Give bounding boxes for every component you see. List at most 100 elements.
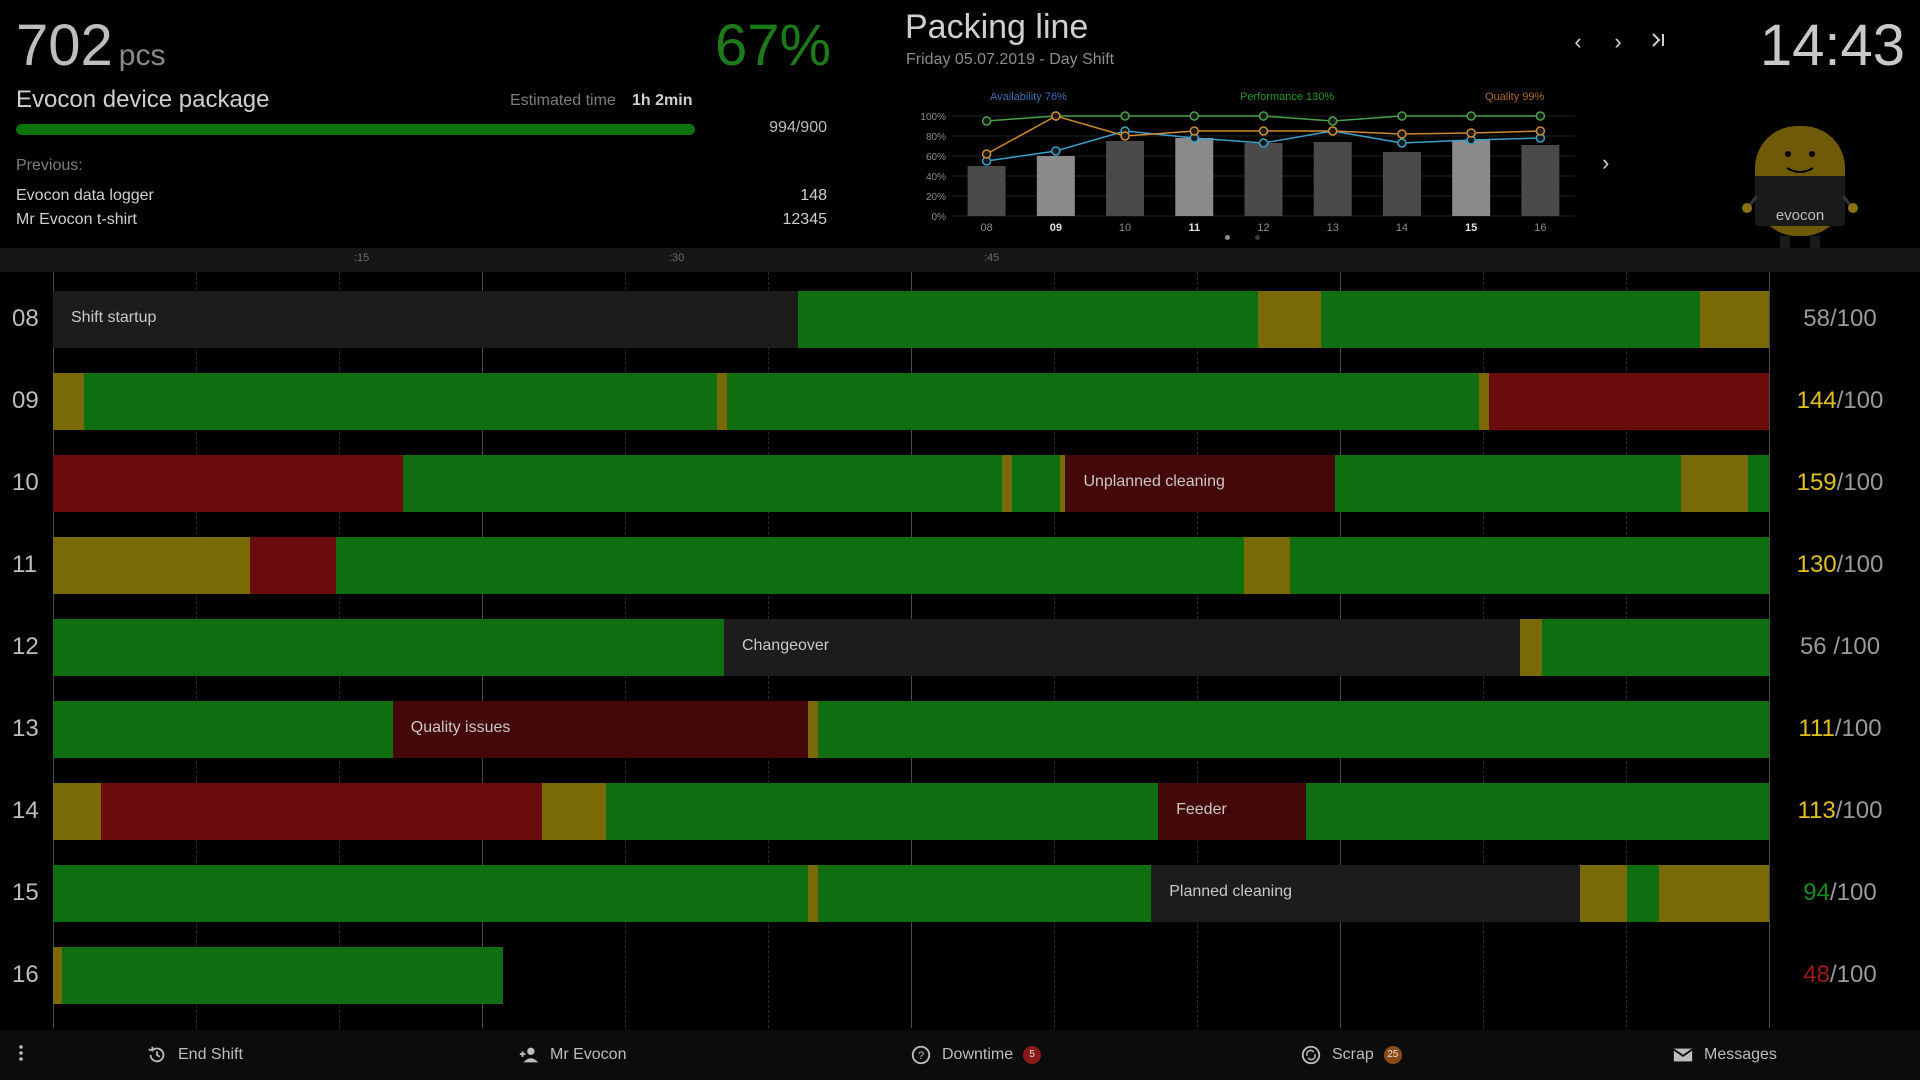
timeline-segment[interactable] [1321,291,1701,348]
scrap-label: Scrap [1332,1046,1374,1063]
timeline-segment[interactable] [797,291,1258,348]
timeline-segment[interactable] [1520,619,1543,676]
hour-timeline-bar[interactable]: Changeover [53,619,1769,676]
timeline-segment[interactable] [1290,537,1769,594]
downtime-segment[interactable]: Unplanned cleaning [1065,455,1335,512]
timeline-segment[interactable] [53,947,62,1004]
timeline-segment[interactable] [542,783,606,840]
hour-timeline-bar[interactable]: Unplanned cleaning [53,455,1769,512]
downtime-segment[interactable]: Quality issues [392,701,809,758]
timeline-segment[interactable] [1012,455,1061,512]
chart-y-tick-label: 80% [926,132,946,143]
chart-y-tick-label: 0% [932,212,947,223]
chart-series-point [1466,128,1476,138]
chart-series-point [981,149,992,159]
timeline-segment[interactable] [1542,619,1769,676]
oee-percent: 67% [715,13,832,78]
timeline-segment[interactable] [53,865,809,922]
downtime-button[interactable]: ? Downtime 5 [910,1044,1042,1066]
chart-bar [1244,143,1283,216]
timeline-segment[interactable] [53,455,404,512]
hour-output-target: /100 [1835,797,1883,824]
timeline-segment[interactable] [808,701,819,758]
timeline-segment[interactable] [53,537,251,594]
page-indicator-dot[interactable] [1225,235,1230,240]
timeline-segment[interactable] [818,865,1152,922]
chart-next-icon[interactable]: › [1602,150,1609,176]
downtime-segment[interactable]: Shift startup [53,291,798,348]
timeline-segment[interactable] [1001,455,1013,512]
timeline-segment[interactable] [53,783,102,840]
timeline-segment[interactable] [53,619,724,676]
hour-timeline-bar[interactable] [53,373,1769,430]
chart-bar [1175,138,1214,216]
chevron-right-icon[interactable]: › [1604,28,1632,56]
hour-label: 13 [12,715,39,742]
end-shift-button[interactable]: End Shift [146,1044,243,1066]
hour-timeline-bar[interactable]: Quality issues [53,701,1769,758]
timeline-segment[interactable] [336,537,1244,594]
end-shift-label: End Shift [178,1046,243,1063]
hour-timeline-bar[interactable]: Feeder [53,783,1769,840]
timeline-segment[interactable] [727,373,1479,430]
timeline-segment[interactable] [1580,865,1627,922]
timeline-segment[interactable] [1243,537,1291,594]
downtime-segment[interactable]: Changeover [723,619,1521,676]
hour-output-count: 159/100 [1790,469,1890,497]
chevron-left-icon[interactable]: ‹ [1564,28,1592,56]
hour-output-count: 58/100 [1790,305,1890,333]
timeline-segment[interactable] [250,537,337,594]
hour-timeline-bar[interactable]: Shift startup [53,291,1769,348]
timeline-segment[interactable] [1305,783,1769,840]
timeline-segment[interactable] [1489,373,1769,430]
timeline-segment[interactable] [1334,455,1682,512]
page-indicator-dot[interactable] [1255,235,1260,240]
previous-product-count: 12345 [782,211,828,228]
downtime-reason-label: Changeover [741,637,830,654]
hour-timeline-bar[interactable] [53,537,1769,594]
chart-legend-item: Availability 76% [990,91,1067,103]
timeline-segment[interactable] [605,783,1159,840]
hour-timeline-bar[interactable]: Planned cleaning [53,865,1769,922]
history-icon [148,1046,165,1063]
timeline-segment[interactable] [61,947,503,1004]
mascot-brand-text: evocon [1776,207,1824,224]
timeline-segment[interactable] [83,373,718,430]
timeline-segment[interactable] [1748,455,1769,512]
skip-to-end-icon[interactable] [1644,28,1672,56]
hour-output-value: 111 [1798,715,1835,742]
chart-series-point [1051,111,1061,121]
timeline-segment[interactable] [1659,865,1769,922]
timeline-segment[interactable] [808,865,819,922]
more-vertical-icon[interactable] [18,1044,24,1062]
timeline-segment[interactable] [818,701,1769,758]
timeline-segment[interactable] [101,783,543,840]
hour-timeline-bar[interactable] [53,947,1769,1004]
timeline-segment[interactable] [1478,373,1490,430]
timeline-segment[interactable] [53,373,84,430]
operator-button[interactable]: Mr Evocon [518,1044,626,1066]
timeline-segment[interactable] [1626,865,1660,922]
timeline-segment[interactable] [1681,455,1749,512]
hour-label: 09 [12,387,39,414]
hour-output-count: 130/100 [1790,551,1890,579]
previous-product-name: Mr Evocon t-shirt [16,211,137,228]
shift-subtitle: Friday 05.07.2019 - Day Shift [906,51,1115,68]
timeline-segment[interactable] [403,455,1002,512]
order-progress-count: 994/900 [769,119,827,136]
chart-bar [1106,141,1145,216]
hour-output-count: 113/100 [1790,797,1890,825]
downtime-segment[interactable]: Feeder [1158,783,1306,840]
chart-bar [967,166,1006,216]
hour-output-value: 159 [1796,469,1837,496]
previous-product-name: Evocon data logger [16,187,154,204]
timeline-segment[interactable] [1700,291,1769,348]
downtime-segment[interactable]: Planned cleaning [1151,865,1581,922]
timeline-segment[interactable] [717,373,728,430]
messages-button[interactable]: Messages [1672,1044,1777,1066]
timeline-segment[interactable] [53,701,393,758]
chart-y-tick-label: 20% [926,192,946,203]
scrap-button[interactable]: Scrap 25 [1300,1044,1402,1066]
timeline-segment[interactable] [1257,291,1322,348]
chart-series-point [1051,146,1061,156]
